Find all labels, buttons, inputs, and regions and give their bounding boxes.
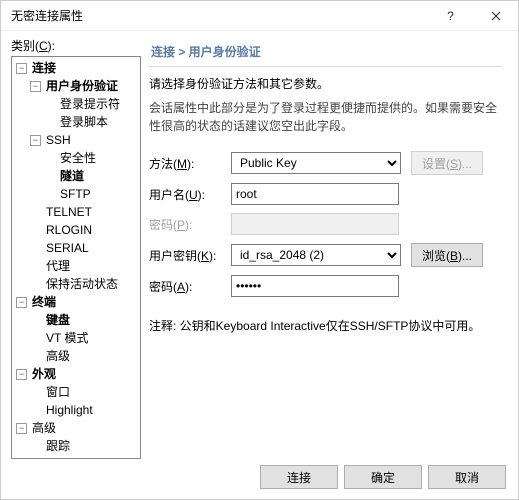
- tree-item[interactable]: Bell: [12, 455, 140, 459]
- tree-item-label: 安全性: [58, 150, 98, 166]
- passphrase-label: 密码(A):: [149, 278, 231, 295]
- tree-item-label: 跟踪: [44, 438, 72, 454]
- password-row: 密码(P):: [149, 213, 502, 235]
- breadcrumb: 连接 > 用户身份验证: [149, 39, 502, 67]
- tree-item[interactable]: 窗口: [12, 383, 140, 401]
- method-label: 方法(M):: [149, 155, 231, 172]
- method-select[interactable]: Public Key: [231, 152, 401, 174]
- footer: 连接 确定 取消: [1, 459, 518, 495]
- close-button[interactable]: [473, 1, 518, 31]
- tree-item[interactable]: 登录脚本: [12, 113, 140, 131]
- tree-item[interactable]: VT 模式: [12, 329, 140, 347]
- tree-item-label: 高级: [44, 348, 72, 364]
- browse-button[interactable]: 浏览(B)...: [411, 243, 483, 267]
- tree-item[interactable]: Highlight: [12, 401, 140, 419]
- tree-item[interactable]: SERIAL: [12, 239, 140, 257]
- collapse-icon[interactable]: −: [16, 297, 27, 308]
- passphrase-input[interactable]: [231, 275, 399, 297]
- tree-item-label: RLOGIN: [44, 222, 94, 238]
- tree-item-label: Highlight: [44, 402, 95, 418]
- collapse-icon[interactable]: −: [16, 369, 27, 380]
- tree-item[interactable]: −终端: [12, 293, 140, 311]
- tree-item[interactable]: 保持活动状态: [12, 275, 140, 293]
- tree-item[interactable]: −高级: [12, 419, 140, 437]
- tree-item-label: 用户身份验证: [44, 78, 120, 94]
- tree-item[interactable]: 安全性: [12, 149, 140, 167]
- collapse-icon[interactable]: −: [16, 63, 27, 74]
- cancel-button[interactable]: 取消: [428, 465, 506, 489]
- content-area: 类别(C): −连接−用户身份验证登录提示符登录脚本−SSH安全性隧道SFTPT…: [1, 31, 518, 459]
- tree-item-label: Bell: [44, 456, 68, 459]
- username-label: 用户名(U):: [149, 186, 231, 203]
- category-tree[interactable]: −连接−用户身份验证登录提示符登录脚本−SSH安全性隧道SFTPTELNETRL…: [11, 56, 141, 459]
- tree-item[interactable]: 高级: [12, 347, 140, 365]
- tree-item[interactable]: 跟踪: [12, 437, 140, 455]
- tree-item-label: 隧道: [58, 168, 86, 184]
- username-row: 用户名(U):: [149, 183, 502, 205]
- settings-button: 设置(S)...: [411, 151, 483, 175]
- tree-item-label: 键盘: [44, 312, 72, 328]
- collapse-icon[interactable]: −: [30, 81, 41, 92]
- tree-item-label: 代理: [44, 258, 72, 274]
- connect-button[interactable]: 连接: [260, 465, 338, 489]
- tree-item-label: SERIAL: [44, 240, 91, 256]
- window-title: 无密连接属性: [11, 7, 428, 24]
- help-button[interactable]: ?: [428, 1, 473, 31]
- tree-item[interactable]: RLOGIN: [12, 221, 140, 239]
- tree-item[interactable]: −用户身份验证: [12, 77, 140, 95]
- tree-item[interactable]: −SSH: [12, 131, 140, 149]
- note-text: 注释: 公钥和Keyboard Interactive仅在SSH/SFTP协议中…: [149, 317, 502, 335]
- collapse-icon[interactable]: −: [16, 423, 27, 434]
- passphrase-row: 密码(A):: [149, 275, 502, 297]
- left-panel: 类别(C): −连接−用户身份验证登录提示符登录脚本−SSH安全性隧道SFTPT…: [11, 37, 141, 459]
- tree-item-label: 终端: [30, 294, 58, 310]
- tree-item-label: 登录提示符: [58, 96, 122, 112]
- tree-item-label: 登录脚本: [58, 114, 110, 130]
- userkey-select[interactable]: id_rsa_2048 (2): [231, 244, 401, 266]
- category-label: 类别(C):: [11, 37, 141, 54]
- ok-button[interactable]: 确定: [344, 465, 422, 489]
- title-bar: 无密连接属性 ?: [1, 1, 518, 31]
- tree-item[interactable]: 隧道: [12, 167, 140, 185]
- username-input[interactable]: [231, 183, 399, 205]
- tree-item[interactable]: TELNET: [12, 203, 140, 221]
- tree-item[interactable]: 登录提示符: [12, 95, 140, 113]
- userkey-row: 用户密钥(K): id_rsa_2048 (2) 浏览(B)...: [149, 243, 502, 267]
- method-row: 方法(M): Public Key 设置(S)...: [149, 151, 502, 175]
- tree-item[interactable]: 键盘: [12, 311, 140, 329]
- tree-item[interactable]: 代理: [12, 257, 140, 275]
- tree-item-label: 外观: [30, 366, 58, 382]
- userkey-label: 用户密钥(K):: [149, 247, 231, 264]
- password-input: [231, 213, 399, 235]
- tree-item-label: 连接: [30, 60, 58, 76]
- tree-item-label: SSH: [44, 132, 73, 148]
- close-icon: [491, 11, 501, 21]
- collapse-icon[interactable]: −: [30, 135, 41, 146]
- tree-item[interactable]: −外观: [12, 365, 140, 383]
- tree-item[interactable]: SFTP: [12, 185, 140, 203]
- password-label: 密码(P):: [149, 216, 231, 233]
- tree-item-label: SFTP: [58, 186, 93, 202]
- hint-text: 会话属性中此部分是为了登录过程更便捷而提供的。如果需要安全性很高的状态的话建议您…: [149, 99, 502, 135]
- description-text: 请选择身份验证方法和其它参数。: [149, 75, 502, 93]
- tree-item-label: 高级: [30, 420, 58, 436]
- tree-item[interactable]: −连接: [12, 59, 140, 77]
- tree-item-label: 窗口: [44, 384, 72, 400]
- tree-item-label: TELNET: [44, 204, 94, 220]
- tree-item-label: VT 模式: [44, 330, 90, 346]
- tree-item-label: 保持活动状态: [44, 276, 120, 292]
- right-panel: 连接 > 用户身份验证 请选择身份验证方法和其它参数。 会话属性中此部分是为了登…: [149, 37, 508, 459]
